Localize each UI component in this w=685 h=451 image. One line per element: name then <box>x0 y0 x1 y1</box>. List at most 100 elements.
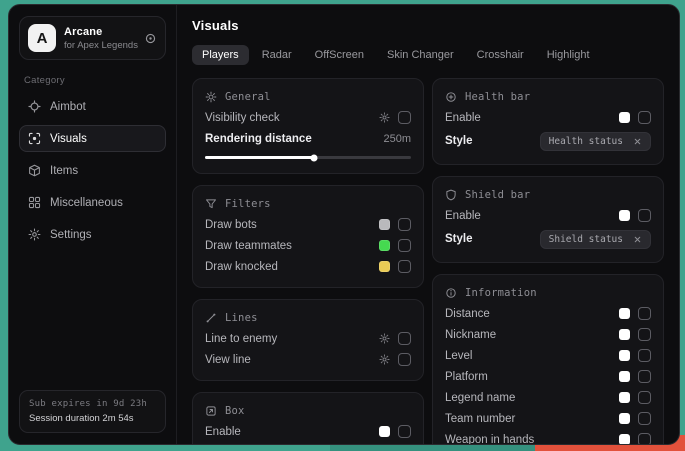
sub-expires-text: Sub expires in 9d 23h <box>29 399 156 409</box>
card-general: General Visibility check Rendering dista… <box>192 78 424 174</box>
sidebar-item-label: Visuals <box>50 133 87 145</box>
sidebar-item-settings[interactable]: Settings <box>19 221 166 248</box>
setting-row-health-style: Style Health status <box>445 128 651 154</box>
package-icon <box>28 164 41 177</box>
setting-row-shield-style: Style Shield status <box>445 226 651 252</box>
info-icon <box>445 287 457 299</box>
card-title: Filters <box>225 198 271 210</box>
main-content: Visuals Players Radar OffScreen Skin Cha… <box>177 5 679 444</box>
card-title: Lines <box>225 312 258 324</box>
color-swatch[interactable] <box>379 240 390 251</box>
gear-icon[interactable] <box>379 333 390 344</box>
card-title: Box <box>225 405 245 417</box>
shield-enable-checkbox[interactable] <box>638 209 651 222</box>
close-icon[interactable] <box>633 235 642 244</box>
app-name: Arcane <box>64 26 136 38</box>
color-swatch[interactable] <box>619 413 630 424</box>
sidebar-item-label: Miscellaneous <box>50 197 123 209</box>
card-shield-bar: Shield bar Enable Style Shield status <box>432 176 664 263</box>
platform-checkbox[interactable] <box>638 370 651 383</box>
card-filters: Filters Draw bots Draw teammates <box>192 185 424 288</box>
right-column: Health bar Enable Style Health status <box>432 78 664 444</box>
color-swatch[interactable] <box>379 219 390 230</box>
left-column: General Visibility check Rendering dista… <box>192 78 424 444</box>
legend-name-checkbox[interactable] <box>638 391 651 404</box>
color-swatch[interactable] <box>379 426 390 437</box>
color-swatch[interactable] <box>619 371 630 382</box>
setting-label: Draw bots <box>205 219 379 231</box>
sidebar-item-visuals[interactable]: Visuals <box>19 125 166 152</box>
setting-label: Level <box>445 350 619 362</box>
weapon-in-hands-checkbox[interactable] <box>638 433 651 444</box>
gear-icon[interactable] <box>379 354 390 365</box>
color-swatch[interactable] <box>619 210 630 221</box>
color-swatch[interactable] <box>619 112 630 123</box>
line-icon <box>205 312 217 324</box>
setting-label: Enable <box>445 112 619 124</box>
close-icon[interactable] <box>633 137 642 146</box>
app-logo: A <box>28 24 56 52</box>
app-title-block: Arcane for Apex Legends <box>64 26 136 51</box>
sidebar-item-items[interactable]: Items <box>19 157 166 184</box>
rendering-distance-slider[interactable] <box>205 156 411 159</box>
tab-skin-changer[interactable]: Skin Changer <box>377 45 464 65</box>
draw-bots-checkbox[interactable] <box>398 218 411 231</box>
app-header-card: A Arcane for Apex Legends <box>19 16 166 60</box>
draw-teammates-checkbox[interactable] <box>398 239 411 252</box>
sidebar-item-miscellaneous[interactable]: Miscellaneous <box>19 189 166 216</box>
setting-label: Rendering distance <box>205 133 383 145</box>
visibility-check-checkbox[interactable] <box>398 111 411 124</box>
color-swatch[interactable] <box>619 308 630 319</box>
card-header: Lines <box>205 308 411 328</box>
setting-label: Draw teammates <box>205 240 379 252</box>
tab-crosshair[interactable]: Crosshair <box>467 45 534 65</box>
tab-highlight[interactable]: Highlight <box>537 45 600 65</box>
setting-row-rendering-distance: Rendering distance 250m <box>205 128 411 149</box>
tab-players[interactable]: Players <box>192 45 249 65</box>
setting-label: Enable <box>205 426 379 438</box>
setting-row-draw-knocked: Draw knocked <box>205 256 411 277</box>
nickname-checkbox[interactable] <box>638 328 651 341</box>
color-swatch[interactable] <box>619 329 630 340</box>
card-header: Shield bar <box>445 185 651 205</box>
funnel-icon <box>205 198 217 210</box>
card-box: Box Enable Enable background <box>192 392 424 444</box>
card-header: General <box>205 87 411 107</box>
rendering-distance-value: 250m <box>383 133 411 145</box>
level-checkbox[interactable] <box>638 349 651 362</box>
view-line-checkbox[interactable] <box>398 353 411 366</box>
box-enable-checkbox[interactable] <box>398 425 411 438</box>
cards-area: General Visibility check Rendering dista… <box>192 78 664 444</box>
shield-style-select[interactable]: Shield status <box>540 230 651 249</box>
slider-fill <box>205 156 314 159</box>
distance-checkbox[interactable] <box>638 307 651 320</box>
gear-icon[interactable] <box>379 112 390 123</box>
grid-icon <box>28 196 41 209</box>
line-to-enemy-checkbox[interactable] <box>398 332 411 345</box>
tab-offscreen[interactable]: OffScreen <box>305 45 374 65</box>
target-icon[interactable] <box>144 32 157 45</box>
color-swatch[interactable] <box>379 261 390 272</box>
team-number-checkbox[interactable] <box>638 412 651 425</box>
sidebar-item-aimbot[interactable]: Aimbot <box>19 93 166 120</box>
subscription-info-card: Sub expires in 9d 23h Session duration 2… <box>19 390 166 433</box>
setting-row-legend-name: Legend name <box>445 387 651 408</box>
setting-label: Line to enemy <box>205 333 379 345</box>
color-swatch[interactable] <box>619 350 630 361</box>
select-value: Shield status <box>549 234 623 245</box>
slider-thumb[interactable] <box>311 154 318 161</box>
card-information: Information Distance Nickname <box>432 274 664 444</box>
sidebar-item-label: Items <box>50 165 78 177</box>
tab-radar[interactable]: Radar <box>252 45 302 65</box>
draw-knocked-checkbox[interactable] <box>398 260 411 273</box>
health-icon <box>445 91 457 103</box>
color-swatch[interactable] <box>619 392 630 403</box>
health-style-select[interactable]: Health status <box>540 132 651 151</box>
setting-row-weapon-in-hands: Weapon in hands <box>445 429 651 444</box>
select-value: Health status <box>549 136 623 147</box>
setting-label: Draw knocked <box>205 261 379 273</box>
color-swatch[interactable] <box>619 434 630 444</box>
sidebar-nav: Aimbot Visuals Items Miscellaneous <box>19 93 166 248</box>
health-enable-checkbox[interactable] <box>638 111 651 124</box>
sun-icon <box>205 91 217 103</box>
